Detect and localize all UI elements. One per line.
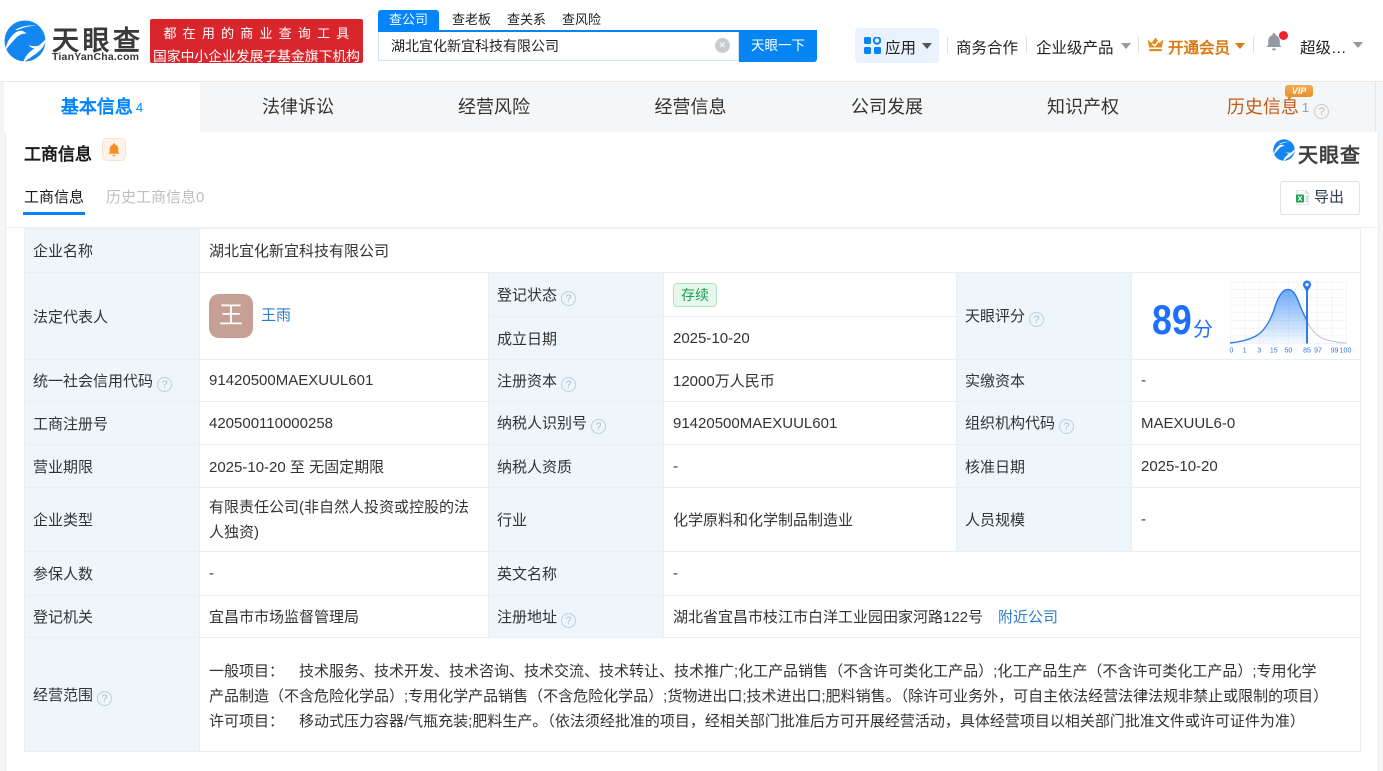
svg-text:99: 99 xyxy=(1331,348,1339,355)
svg-text:1: 1 xyxy=(1243,348,1247,355)
svg-text:3: 3 xyxy=(1257,348,1261,355)
svg-text:50: 50 xyxy=(1285,348,1293,355)
svg-text:85: 85 xyxy=(1303,348,1311,355)
svg-text:100: 100 xyxy=(1340,348,1352,355)
svg-text:0: 0 xyxy=(1230,348,1234,355)
svg-text:15: 15 xyxy=(1270,348,1278,355)
svg-text:97: 97 xyxy=(1314,348,1322,355)
